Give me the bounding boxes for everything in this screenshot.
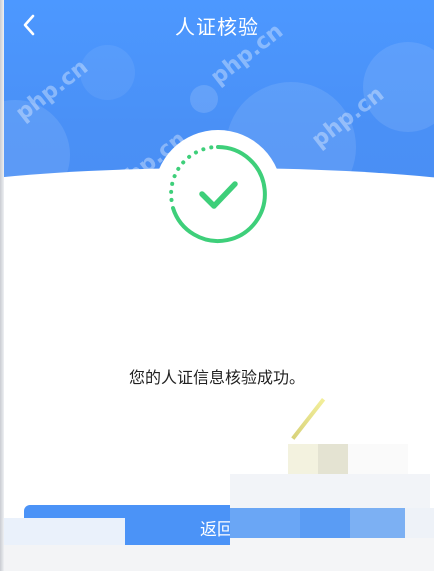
mosaic-block (348, 444, 408, 474)
progress-ring-icon (169, 145, 267, 243)
check-icon (199, 181, 238, 209)
mosaic-block (405, 508, 434, 538)
mosaic-block (0, 545, 230, 571)
mosaic-block (230, 474, 430, 508)
window-edge (0, 0, 4, 571)
return-button-label: 返回 (200, 520, 234, 540)
result-message: 您的人证信息核验成功。 (128, 368, 305, 387)
mosaic-block (288, 444, 318, 474)
mosaic-block (318, 444, 348, 474)
page-title: 人证核验 (175, 15, 259, 39)
success-badge (154, 130, 282, 258)
mosaic-block (350, 508, 405, 538)
decor-bubble (190, 85, 218, 113)
mosaic-block (230, 508, 300, 538)
mosaic-block (300, 508, 350, 538)
mosaic-block (0, 518, 125, 545)
mosaic-block (230, 538, 434, 571)
pen-cursor (291, 398, 326, 440)
